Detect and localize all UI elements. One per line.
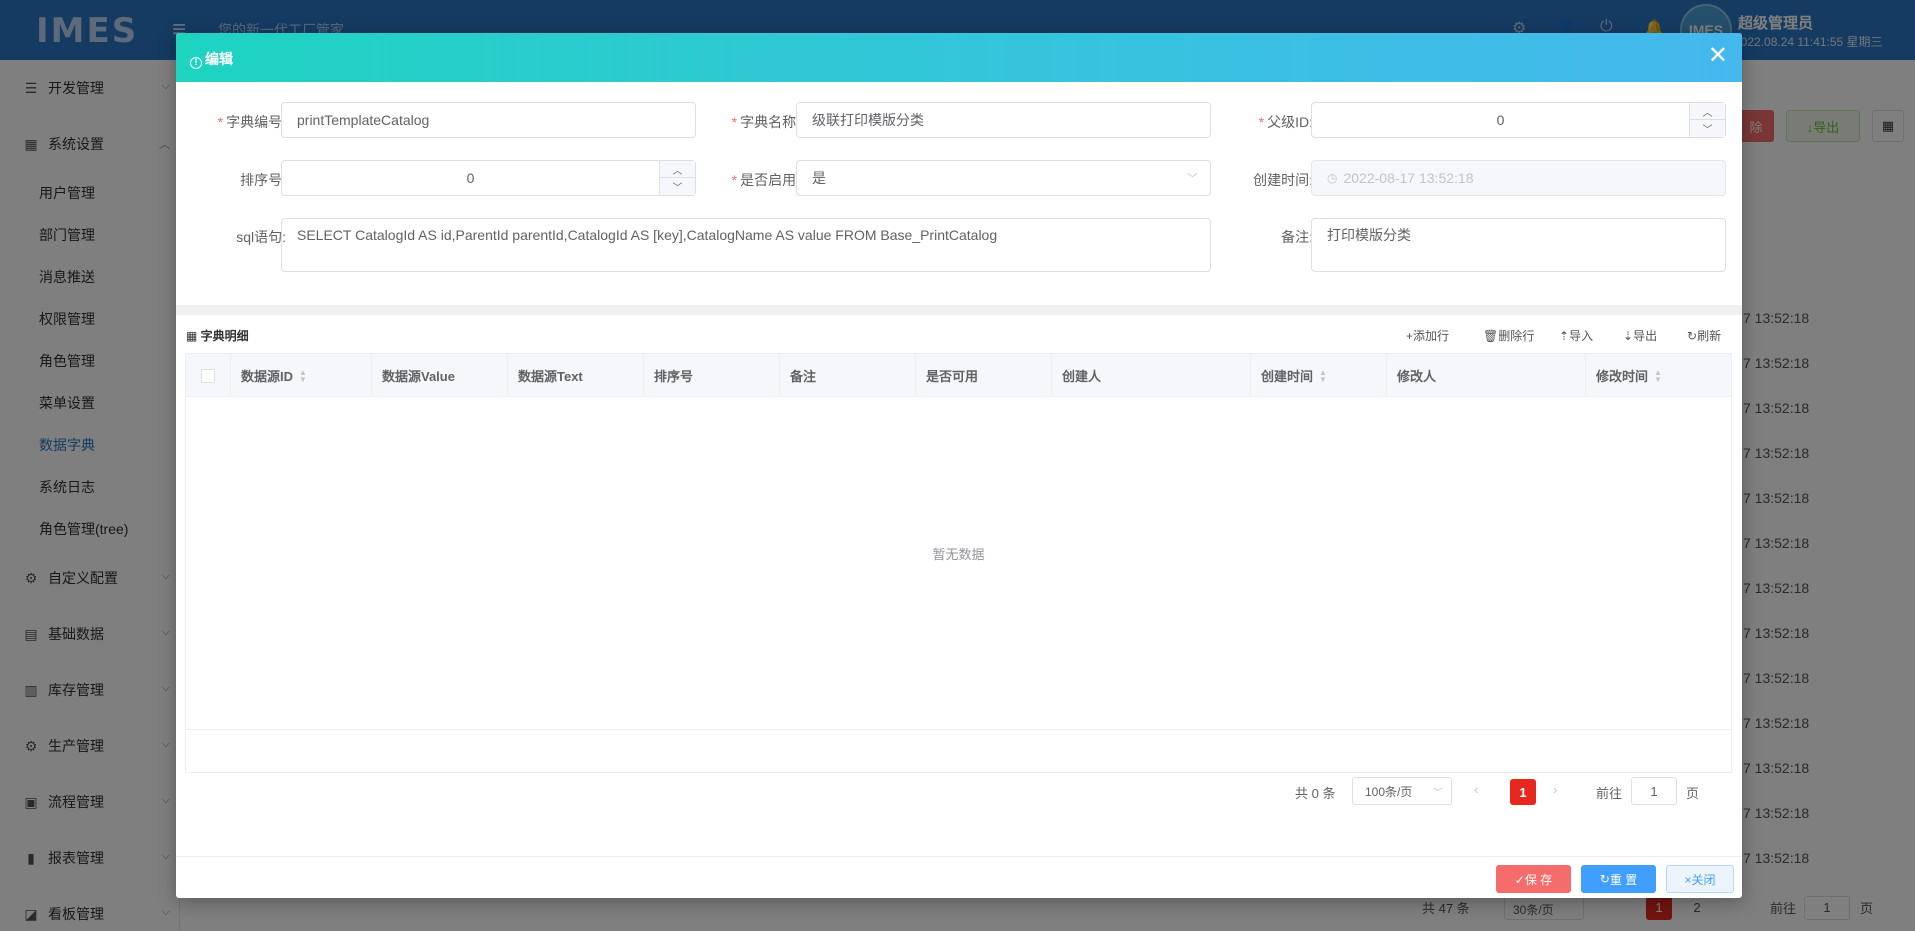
refresh-button[interactable]: ↻刷新 <box>1687 327 1721 344</box>
dict-name-label: * 字典名称: <box>690 112 800 132</box>
section-divider <box>176 305 1742 315</box>
reset-button[interactable]: ↻ 重 置 <box>1581 865 1656 893</box>
parent-id-value: 0 <box>1496 112 1505 128</box>
sql-label: sql语句: <box>236 229 286 245</box>
export-label: 导出 <box>1633 329 1658 343</box>
column-header-modifier[interactable]: 修改人 <box>1387 354 1586 397</box>
decrement-icon[interactable]: ﹀ <box>1690 120 1725 137</box>
edit-dialog: ! 编辑 ✕ * 字典编号: printTemplateCatalog * 字典名称:… <box>176 33 1742 898</box>
dialog-title-text: 编辑 <box>205 51 233 67</box>
column-header-source-text[interactable]: 数据源Text <box>508 354 644 397</box>
page-1[interactable]: 1 <box>1510 779 1536 805</box>
enabled-label: * 是否启用: <box>690 170 800 190</box>
column-header-created-time[interactable]: 创建时间 ▲ ▼ <box>1251 354 1387 397</box>
save-button[interactable]: ✓保 存 <box>1496 865 1571 893</box>
dict-name-label-text: 字典名称: <box>740 114 800 130</box>
download-icon: ⇣ <box>1623 329 1634 343</box>
refresh-label: 刷新 <box>1697 329 1722 343</box>
page-size-select[interactable]: 100条/页 ﹀ <box>1352 777 1452 805</box>
prev-page-icon[interactable]: ‹ <box>1474 782 1478 797</box>
pager-total: 共 0 条 <box>1295 786 1336 801</box>
export-button[interactable]: ⇣导出 <box>1623 327 1657 344</box>
table-footer-line <box>186 729 1731 730</box>
refresh-icon: ↻ <box>1687 329 1698 343</box>
order-value: 0 <box>466 170 475 186</box>
upload-icon: ⇡ <box>1559 329 1570 343</box>
sort-icon[interactable]: ▲ ▼ <box>299 368 307 383</box>
chevron-down-icon: ﹀ <box>1433 788 1443 799</box>
refresh-icon: ↻ <box>1599 872 1610 886</box>
add-row-button[interactable]: +添加行 <box>1406 327 1449 344</box>
created-time-input: ◷ 2022-08-17 13:52:18 <box>1311 160 1726 196</box>
stepper-controls: ︿ ﹀ <box>1689 103 1725 137</box>
delete-row-label: 删除行 <box>1498 329 1535 343</box>
dict-no-input[interactable]: printTemplateCatalog <box>281 102 696 138</box>
table-header: 数据源ID ▲ ▼ 数据源Value 数据源Text 排序号 备注 是否可用 创建人… <box>186 354 1731 397</box>
column-header-source-value[interactable]: 数据源Value <box>372 354 508 397</box>
detail-title-text: 字典明细 <box>200 329 249 343</box>
column-header-order[interactable]: 排序号 <box>644 354 780 397</box>
import-label: 导入 <box>1569 329 1594 343</box>
column-header-source-id[interactable]: 数据源ID ▲ ▼ <box>231 354 372 397</box>
close-icon[interactable]: ✕ <box>1708 44 1728 68</box>
goto-label: 前往 <box>1596 786 1623 801</box>
column-header-label: 数据源ID <box>241 369 294 384</box>
required-mark: * <box>217 114 224 130</box>
column-header-label: 修改时间 <box>1596 369 1649 384</box>
column-header-label: 创建时间 <box>1261 369 1314 384</box>
dialog-footer-divider <box>176 856 1742 857</box>
close-button[interactable]: ×关闭 <box>1666 865 1734 893</box>
reset-label: 重 置 <box>1609 872 1638 887</box>
order-label: 排序号: <box>240 172 286 188</box>
dialog-header: ! 编辑 ✕ <box>176 33 1742 82</box>
dict-name-input[interactable]: 级联打印模版分类 <box>796 102 1211 138</box>
select-all-checkbox[interactable] <box>186 354 231 397</box>
sql-textarea[interactable]: SELECT CatalogId AS id,ParentId parentId… <box>281 218 1211 272</box>
dict-no-label: * 字典编号: <box>176 112 286 132</box>
increment-icon[interactable]: ︿ <box>1690 103 1725 120</box>
enabled-label-text: 是否启用: <box>740 172 800 188</box>
created-time-value: 2022-08-17 13:52:18 <box>1343 170 1474 186</box>
parent-id-label: * 父级ID: <box>1203 112 1313 132</box>
parent-id-stepper[interactable]: 0 ︿ ﹀ <box>1311 102 1726 138</box>
checkbox-box <box>201 368 215 383</box>
next-page-icon[interactable]: › <box>1553 782 1557 797</box>
column-header-creator[interactable]: 创建人 <box>1052 354 1251 397</box>
remark-label: 备注: <box>1281 229 1313 245</box>
order-stepper[interactable]: 0 ︿ ﹀ <box>281 160 696 196</box>
grid-icon: ▦ <box>186 329 201 343</box>
sort-icon[interactable]: ▲ ▼ <box>1654 368 1662 383</box>
remark-textarea[interactable]: 打印模版分类 <box>1311 218 1726 272</box>
trash-icon: 🗑 <box>1483 329 1499 343</box>
info-icon: ! <box>190 57 202 69</box>
delete-row-button[interactable]: 🗑删除行 <box>1483 327 1534 344</box>
dict-no-label-text: 字典编号: <box>226 114 286 130</box>
column-header-remark[interactable]: 备注 <box>780 354 916 397</box>
detail-table: 数据源ID ▲ ▼ 数据源Value 数据源Text 排序号 备注 是否可用 创建人… <box>185 353 1732 773</box>
goto-page-input[interactable]: 1 <box>1631 777 1677 805</box>
enabled-select[interactable]: 是 ﹀ <box>796 160 1211 196</box>
enabled-value: 是 <box>812 170 826 186</box>
page-size-value: 100条/页 <box>1365 784 1413 799</box>
created-time-label: 创建时间: <box>1253 172 1313 188</box>
dialog-title: ! 编辑 <box>190 49 233 69</box>
import-button[interactable]: ⇡导入 <box>1559 327 1593 344</box>
page-unit: 页 <box>1686 786 1700 801</box>
detail-section-title: ▦ 字典明细 <box>186 327 249 344</box>
required-mark: * <box>1258 114 1265 130</box>
parent-id-label-text: 父级ID: <box>1267 114 1313 130</box>
required-mark: * <box>731 114 738 130</box>
clock-icon: ◷ <box>1327 171 1338 185</box>
sort-icon[interactable]: ▲ ▼ <box>1319 368 1327 383</box>
required-mark: * <box>731 172 738 188</box>
column-header-modified-time[interactable]: 修改时间 ▲ ▼ <box>1586 354 1731 397</box>
chevron-down-icon: ﹀ <box>1187 173 1198 185</box>
column-header-enabled[interactable]: 是否可用 <box>916 354 1052 397</box>
empty-state: 暂无数据 <box>932 547 985 562</box>
